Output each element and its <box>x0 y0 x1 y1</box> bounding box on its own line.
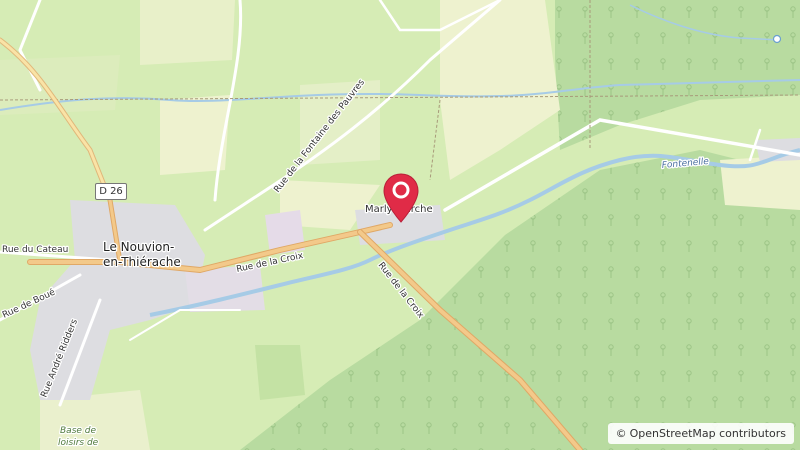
location-marker[interactable] <box>382 172 420 224</box>
label-town-line2: en-Thiérache <box>103 255 181 269</box>
label-town-line1: Le Nouvion- <box>103 240 174 254</box>
map-attribution[interactable]: © OpenStreetMap contributors <box>607 423 794 444</box>
map-canvas: Rue du Cateau Rue de la Croix Rue de la … <box>0 0 800 450</box>
road-shield-d26: D 26 <box>95 183 127 200</box>
label-base-de-loisirs-line2: loisirs de <box>58 438 99 448</box>
map-pin-icon <box>383 173 419 223</box>
copyright-symbol: © <box>615 427 627 440</box>
label-rue-du-cateau: Rue du Cateau <box>2 245 68 255</box>
label-base-de-loisirs-line1: Base de <box>60 426 96 436</box>
map-view[interactable]: Rue du Cateau Rue de la Croix Rue de la … <box>0 0 800 450</box>
attribution-text: OpenStreetMap contributors <box>629 427 786 440</box>
